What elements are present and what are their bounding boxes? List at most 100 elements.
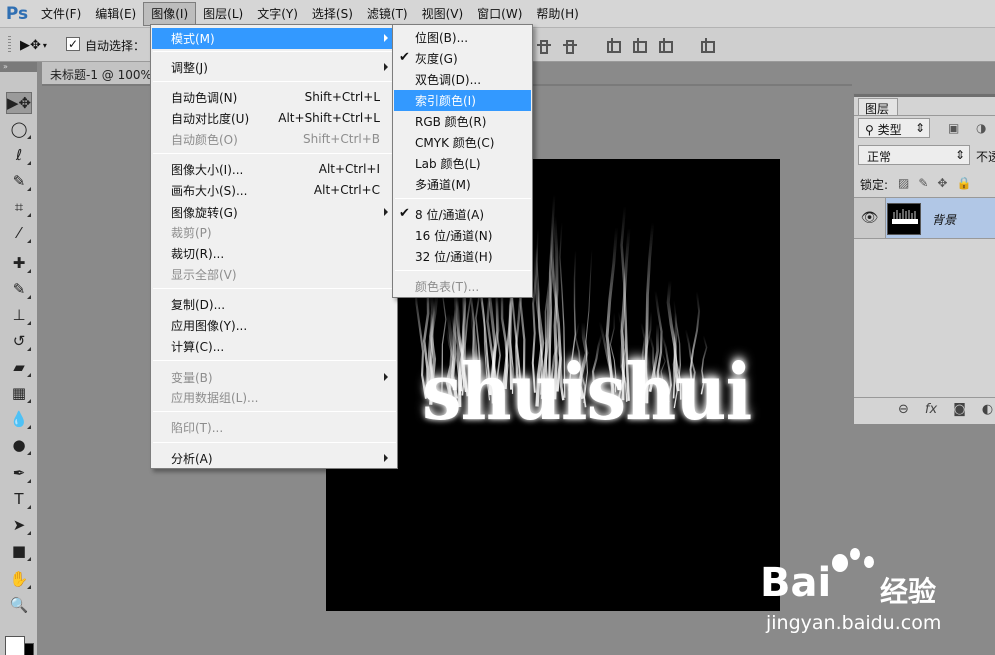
mode-item-rgb-color[interactable]: RGB 颜色(R) [394, 111, 531, 132]
menu-item-auto-tone[interactable]: 自动色调(N) Shift+Ctrl+L [152, 87, 396, 108]
mode-item-multichannel[interactable]: 多通道(M) [394, 174, 531, 195]
menu-window[interactable]: 窗口(W) [470, 2, 529, 26]
menu-item-trap[interactable]: 陷印(T)... [152, 417, 396, 438]
mode-item-label: 32 位/通道(H) [415, 250, 493, 264]
baidu-watermark: Bai 经验 jingyan.baidu.com [760, 548, 990, 655]
menu-item-calculations[interactable]: 计算(C)... [152, 336, 396, 357]
menu-item-analysis[interactable]: 分析(A) [152, 448, 396, 469]
menu-item-apply-data-set[interactable]: 应用数据组(L)... [152, 387, 396, 408]
menu-item-adjustments[interactable]: 调整(J) [152, 57, 396, 78]
menu-item-image-rotation[interactable]: 图像旋转(G) [152, 202, 396, 223]
clone-stamp-tool-icon[interactable]: ⊥ [6, 304, 32, 326]
watermark-suffix: 经验 [880, 575, 937, 608]
menu-type[interactable]: 文字(Y) [250, 2, 305, 26]
menu-item-label: 图像大小(I)... [171, 163, 244, 177]
blur-tool-icon[interactable]: 💧 [6, 408, 32, 430]
align-right-icon[interactable] [655, 36, 673, 54]
lock-pixels-icon[interactable]: ✎ [918, 176, 928, 190]
move-tool-icon[interactable]: ▶✥ [6, 92, 32, 114]
path-select-tool-icon[interactable]: ➤ [6, 514, 32, 536]
menu-item-duplicate[interactable]: 复制(D)... [152, 294, 396, 315]
hand-tool-icon[interactable]: ✋ [6, 568, 32, 590]
align-hcenter-icon[interactable] [629, 36, 647, 54]
mode-item-32-bit[interactable]: 32 位/通道(H) [394, 246, 531, 267]
dodge-tool-icon[interactable]: ● [6, 434, 32, 456]
link-icon[interactable]: ⊖ [898, 402, 909, 421]
lasso-tool-icon[interactable]: ℓ [6, 144, 32, 166]
menu-view[interactable]: 视图(V) [415, 2, 471, 26]
layer-row[interactable]: 👁 背景 [854, 197, 995, 239]
blend-mode-select[interactable]: 正常 ⇕ [858, 145, 970, 165]
zoom-tool-icon[interactable]: 🔍 [6, 594, 32, 616]
mode-item-indexed-color[interactable]: 索引颜色(I) [394, 90, 531, 111]
mode-item-label: 位图(B)... [415, 31, 469, 45]
brush-tool-icon[interactable]: ✎ [6, 278, 32, 300]
menu-item-mode[interactable]: 模式(M) [152, 28, 396, 49]
filter-image-icon[interactable]: ▣ [948, 121, 959, 135]
menu-edit[interactable]: 编辑(E) [88, 2, 143, 26]
menu-select[interactable]: 选择(S) [305, 2, 360, 26]
marquee-tool-icon[interactable]: ◯ [6, 118, 32, 140]
lock-all-icon[interactable]: 🔒 [956, 176, 971, 190]
mode-item-label: Lab 颜色(L) [415, 157, 481, 171]
menu-layer[interactable]: 图层(L) [196, 2, 250, 26]
mode-item-8-bit[interactable]: ✔ 8 位/通道(A) [394, 204, 531, 225]
move-tool-preset-icon[interactable]: ▶✥ ▾ [20, 35, 56, 55]
menu-file[interactable]: 文件(F) [34, 2, 88, 26]
align-top-icon[interactable] [535, 36, 553, 54]
eraser-tool-icon[interactable]: ▰ [6, 356, 32, 378]
menu-item-canvas-size[interactable]: 画布大小(S)... Alt+Ctrl+C [152, 180, 396, 201]
lock-label: 锁定: [860, 178, 889, 192]
lock-transparency-icon[interactable]: ▨ [898, 176, 909, 190]
menu-help[interactable]: 帮助(H) [529, 2, 585, 26]
pen-tool-icon[interactable]: ✒ [6, 462, 32, 484]
panel-header-strip[interactable] [854, 94, 995, 97]
eye-icon[interactable]: 👁 [854, 198, 886, 238]
mask-icon[interactable]: ◙ [953, 402, 966, 421]
menu-item-image-size[interactable]: 图像大小(I)... Alt+Ctrl+I [152, 159, 396, 180]
layers-tab[interactable]: 图层 [858, 98, 898, 116]
photoshop-logo: Ps [5, 3, 29, 24]
type-tool-icon[interactable]: T [6, 488, 32, 510]
healing-brush-tool-icon[interactable]: ✚ [6, 252, 32, 274]
layer-kind-filter[interactable]: ⚲ 类型 ⇕ [858, 118, 930, 138]
align-left-icon[interactable] [603, 36, 621, 54]
quick-select-tool-icon[interactable]: ✎ [6, 170, 32, 192]
document-tab[interactable]: 未标题-1 @ 100% [42, 62, 152, 84]
toolbox-collapse-icon[interactable]: » [0, 62, 37, 72]
menu-item-variables[interactable]: 变量(B) [152, 367, 396, 388]
mode-item-16-bit[interactable]: 16 位/通道(N) [394, 225, 531, 246]
history-brush-tool-icon[interactable]: ↺ [6, 330, 32, 352]
gradient-tool-icon[interactable]: ▦ [6, 382, 32, 404]
menu-item-auto-contrast[interactable]: 自动对比度(U) Alt+Shift+Ctrl+L [152, 108, 396, 129]
menu-image[interactable]: 图像(I) [143, 1, 197, 26]
eyedropper-tool-icon[interactable]: ⁄ [6, 222, 32, 244]
adjustment-icon[interactable]: ◐ [982, 402, 993, 421]
mode-item-cmyk-color[interactable]: CMYK 颜色(C) [394, 132, 531, 153]
mode-item-bitmap[interactable]: 位图(B)... [394, 27, 531, 48]
layer-thumbnail [887, 203, 921, 235]
crop-tool-icon[interactable]: ⌗ [6, 196, 32, 218]
fx-icon[interactable]: fx [925, 402, 937, 421]
filter-adjust-icon[interactable]: ◑ [976, 121, 986, 135]
menu-item-trim[interactable]: 裁切(R)... [152, 243, 396, 264]
menu-item-label: 复制(D)... [171, 298, 226, 312]
menu-item-apply-image[interactable]: 应用图像(Y)... [152, 315, 396, 336]
menu-filter[interactable]: 滤镜(T) [360, 2, 415, 26]
layers-panel-footer: ⊖ fx ◙ ◐ [854, 397, 995, 421]
mode-item-color-table[interactable]: 颜色表(T)... [394, 276, 531, 297]
mode-item-duotone[interactable]: 双色调(D)... [394, 69, 531, 90]
mode-item-grayscale[interactable]: ✔ 灰度(G) [394, 48, 531, 69]
shape-tool-icon[interactable]: ■ [6, 540, 32, 562]
mode-item-lab-color[interactable]: Lab 颜色(L) [394, 153, 531, 174]
distribute-icon[interactable] [697, 36, 715, 54]
options-grip[interactable] [8, 36, 11, 54]
lock-position-icon[interactable]: ✥ [937, 176, 947, 190]
menu-item-reveal-all[interactable]: 显示全部(V) [152, 264, 396, 285]
mode-item-label: RGB 颜色(R) [415, 115, 487, 129]
auto-select-checkbox[interactable]: ✓ [66, 37, 80, 51]
foreground-color-swatch[interactable] [5, 636, 25, 655]
align-vcenter-icon[interactable] [561, 36, 579, 54]
menu-item-auto-color[interactable]: 自动颜色(O) Shift+Ctrl+B [152, 129, 396, 150]
menu-item-crop[interactable]: 裁剪(P) [152, 222, 396, 243]
